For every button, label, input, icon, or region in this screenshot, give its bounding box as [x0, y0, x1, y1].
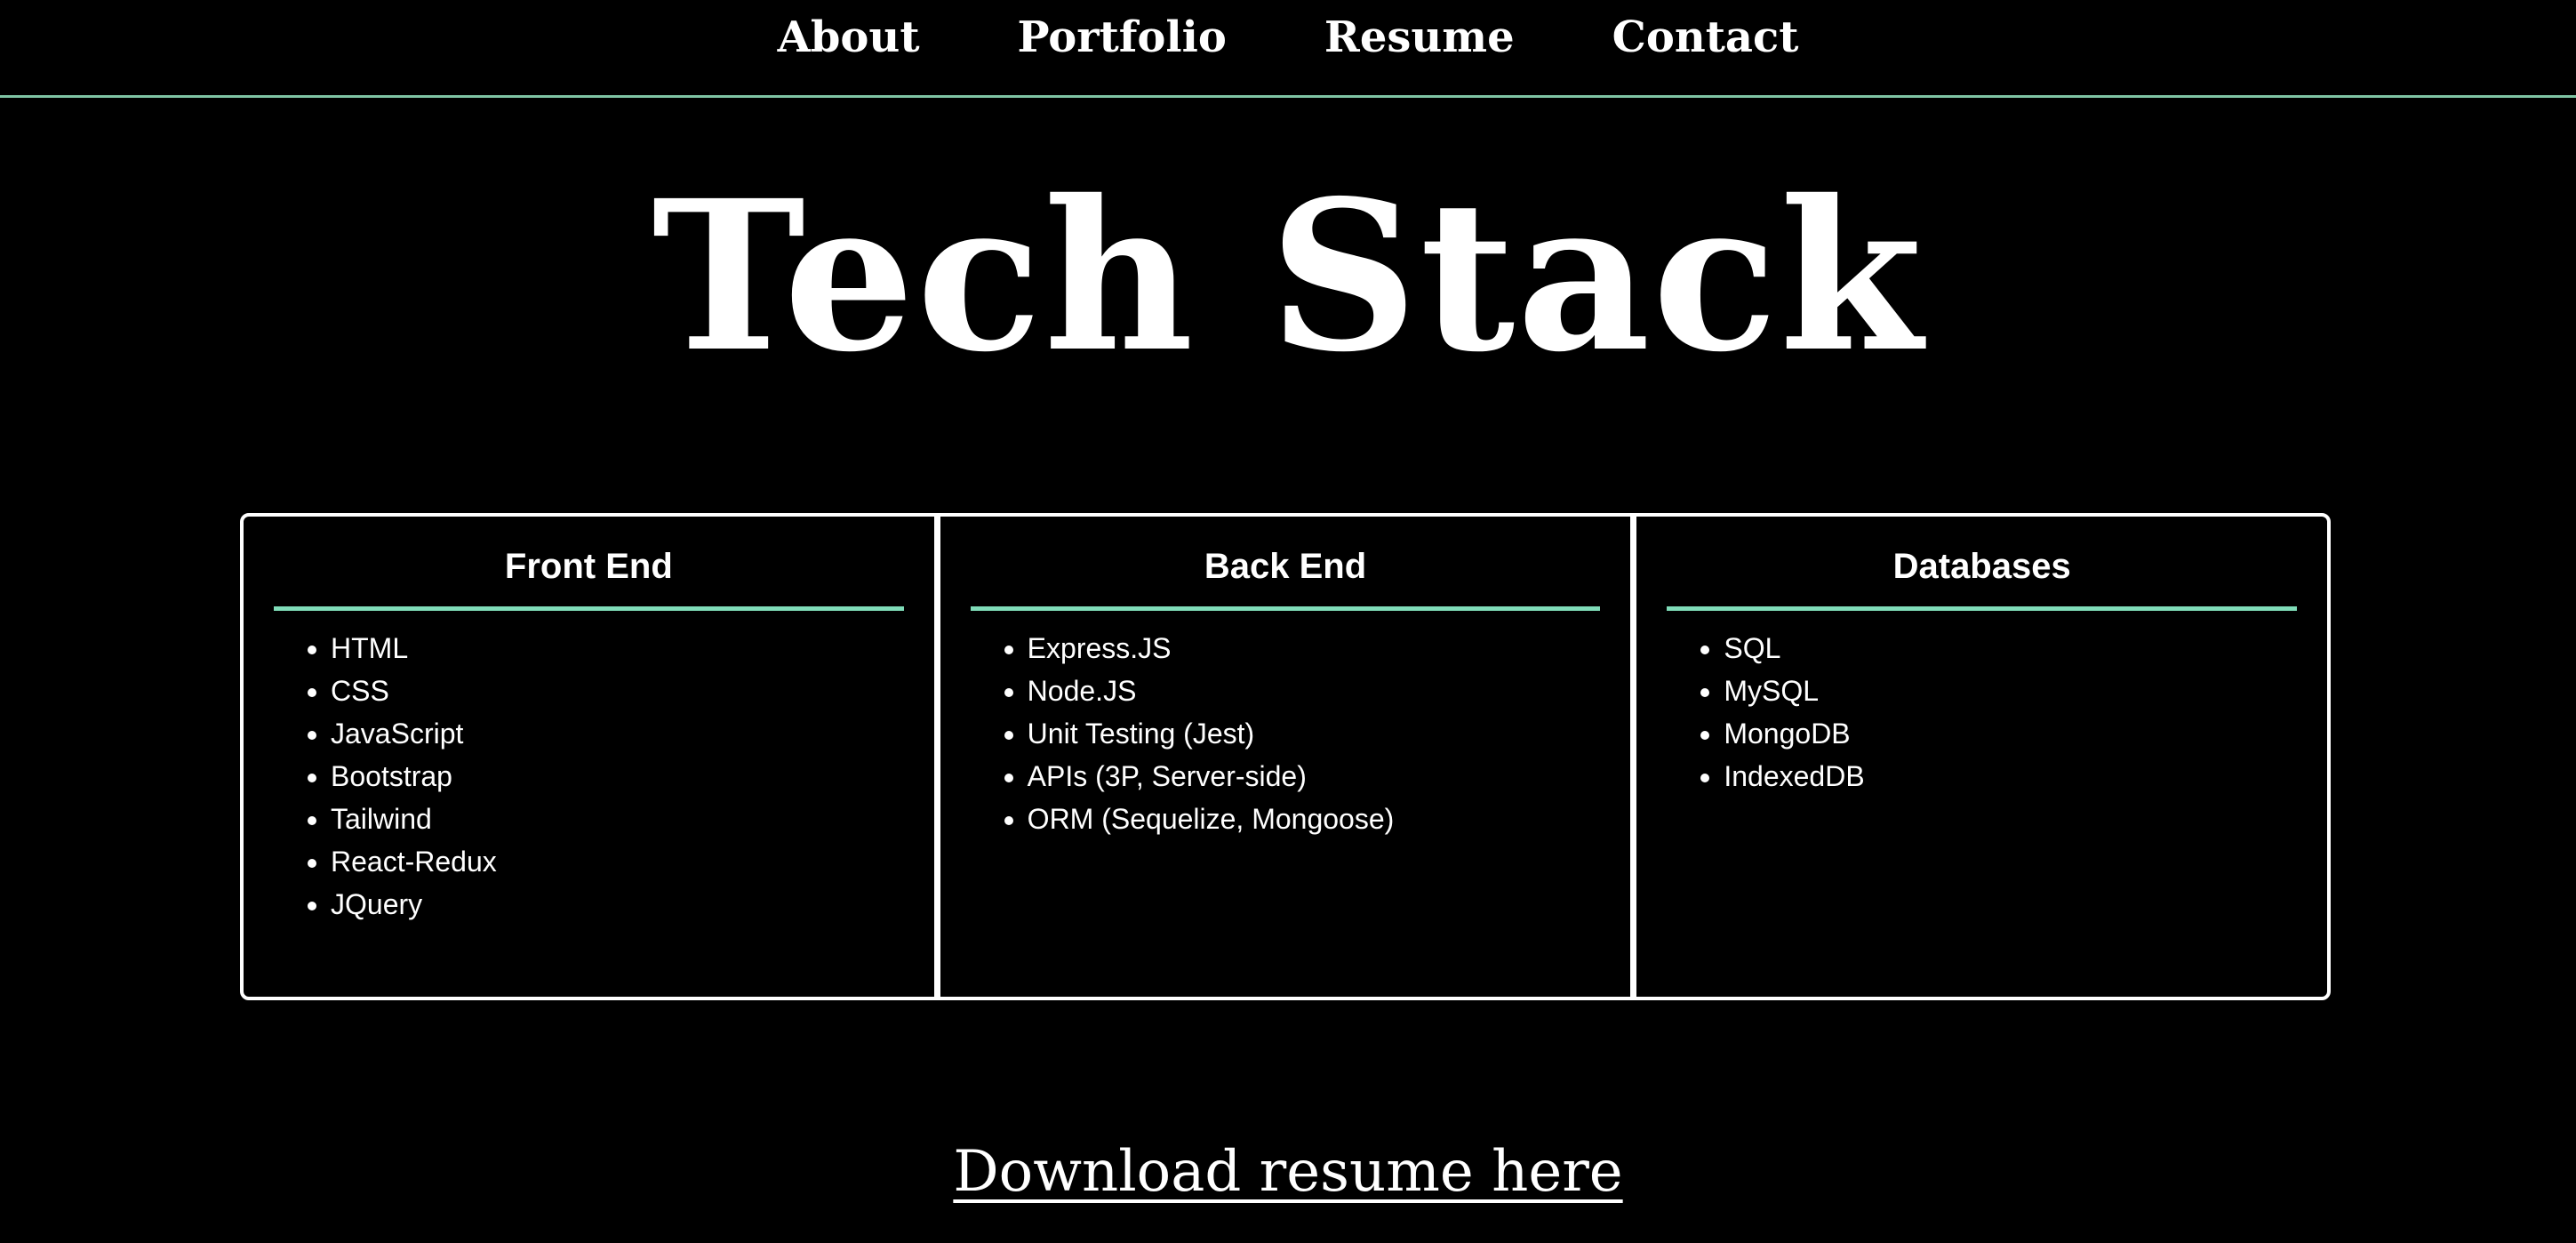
skill-list: HTML CSS JavaScript Bootstrap Tailwind R…: [274, 627, 904, 926]
list-item: HTML: [331, 627, 904, 670]
list-item: JavaScript: [331, 712, 904, 755]
stack-column-databases: Databases SQL MySQL MongoDB IndexedDB: [1630, 517, 2327, 997]
column-heading: Back End: [970, 547, 1601, 611]
download-section: Download resume here: [0, 1143, 2576, 1200]
column-heading: Front End: [274, 547, 904, 611]
column-heading: Databases: [1667, 547, 2298, 611]
list-item: IndexedDB: [1724, 755, 2297, 798]
skill-list: Express.JS Node.JS Unit Testing (Jest) A…: [971, 627, 1601, 840]
nav-link-contact[interactable]: Contact: [1612, 16, 1799, 59]
list-item: APIs (3P, Server-side): [1028, 755, 1601, 798]
list-item: Unit Testing (Jest): [1028, 712, 1601, 755]
skill-list: SQL MySQL MongoDB IndexedDB: [1667, 627, 2297, 798]
nav-link-portfolio[interactable]: Portfolio: [1017, 16, 1226, 59]
nav-link-about[interactable]: About: [778, 16, 920, 59]
list-item: React-Redux: [331, 840, 904, 883]
tech-stack-table: Front End HTML CSS JavaScript Bootstrap …: [240, 513, 2331, 1000]
list-item: ORM (Sequelize, Mongoose): [1028, 798, 1601, 840]
list-item: CSS: [331, 670, 904, 712]
stack-column-back-end: Back End Express.JS Node.JS Unit Testing…: [933, 517, 1631, 997]
stack-column-front-end: Front End HTML CSS JavaScript Bootstrap …: [244, 517, 934, 997]
list-item: MongoDB: [1724, 712, 2297, 755]
page-title: Tech Stack: [652, 155, 1924, 397]
top-navigation: About Portfolio Resume Contact: [0, 0, 2576, 98]
list-item: SQL: [1724, 627, 2297, 670]
list-item: Node.JS: [1028, 670, 1601, 712]
list-item: Bootstrap: [331, 755, 904, 798]
nav-link-resume[interactable]: Resume: [1324, 16, 1515, 59]
download-resume-link[interactable]: Download resume here: [953, 1139, 1622, 1205]
list-item: Express.JS: [1028, 627, 1601, 670]
list-item: MySQL: [1724, 670, 2297, 712]
list-item: Tailwind: [331, 798, 904, 840]
list-item: JQuery: [331, 883, 904, 926]
